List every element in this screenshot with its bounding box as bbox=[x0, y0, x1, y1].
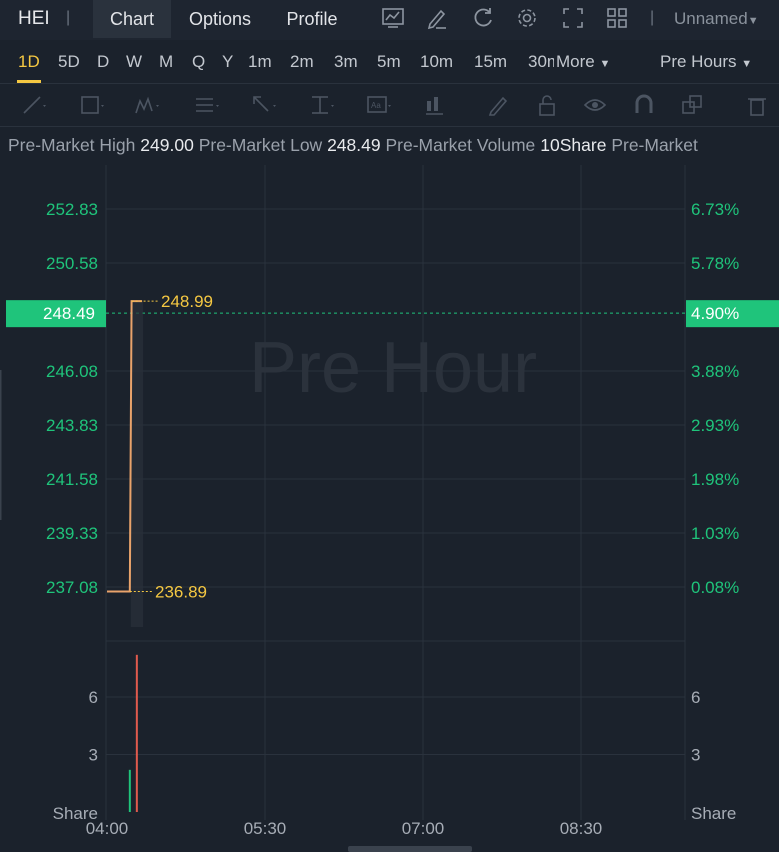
price-tick-label: 239.33 bbox=[46, 524, 98, 543]
price-chart[interactable]: Pre Hour 252.83250.58246.08243.83241.582… bbox=[0, 0, 779, 852]
low-marker-label: 236.89 bbox=[155, 583, 207, 602]
percent-tick-label: 5.78% bbox=[691, 254, 739, 273]
percent-tick-label: 3.88% bbox=[691, 362, 739, 381]
price-tick-label: 250.58 bbox=[46, 254, 98, 273]
current-price-value: 248.49 bbox=[43, 304, 95, 323]
time-tick-label: 08:30 bbox=[560, 819, 603, 838]
time-axis-labels: 04:00 05:30 07:00 08:30 bbox=[86, 819, 603, 838]
volume-bar bbox=[128, 769, 131, 812]
price-tick-label: 252.83 bbox=[46, 200, 98, 219]
price-tick-label: 246.08 bbox=[46, 362, 98, 381]
volume-tick-label: 3 bbox=[89, 746, 98, 765]
time-tick-label: 07:00 bbox=[402, 819, 445, 838]
price-axis-labels: 252.83 250.58 246.08 243.83 241.58 239.33 237.… bbox=[46, 200, 98, 597]
grid-lines bbox=[106, 165, 685, 820]
time-tick-label: 04:00 bbox=[86, 819, 129, 838]
percent-tick-label: 1.98% bbox=[691, 470, 739, 489]
price-area-fill bbox=[130, 301, 144, 627]
volume-bar bbox=[135, 654, 138, 812]
percent-tick-label: 2.93% bbox=[691, 416, 739, 435]
volume-pane: 6 63 3Share Share bbox=[53, 654, 736, 823]
watermark: Pre Hour bbox=[249, 328, 537, 408]
percent-tick-label: 1.03% bbox=[691, 524, 739, 543]
current-percent-value: 4.90% bbox=[691, 304, 739, 323]
percent-tick-label: 6.73% bbox=[691, 200, 739, 219]
volume-unit-label-right: Share bbox=[691, 804, 736, 823]
high-marker-label: 248.99 bbox=[161, 292, 213, 311]
percent-axis-labels: 6.73% 5.78% 3.88% 2.93% 1.98% 1.03% 0.08% bbox=[691, 200, 739, 597]
volume-tick-label-right: 3 bbox=[691, 746, 700, 765]
volume-tick-label: 6 bbox=[89, 688, 98, 707]
price-tick-label: 241.58 bbox=[46, 470, 98, 489]
price-tick-label: 237.08 bbox=[46, 578, 98, 597]
percent-tick-label: 0.08% bbox=[691, 578, 739, 597]
time-tick-label: 05:30 bbox=[244, 819, 287, 838]
time-scrollbar[interactable] bbox=[348, 846, 472, 852]
volume-tick-label-right: 6 bbox=[691, 688, 700, 707]
price-tick-label: 243.83 bbox=[46, 416, 98, 435]
